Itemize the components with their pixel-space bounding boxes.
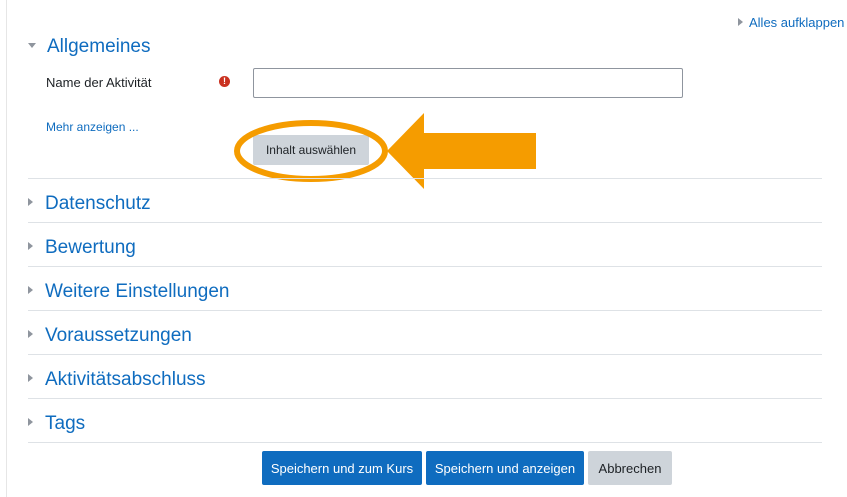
caret-right-icon	[28, 198, 33, 206]
save-and-display-button[interactable]: Speichern und anzeigen	[426, 451, 584, 485]
caret-right-icon	[28, 330, 33, 338]
activity-name-label: Name der Aktivität	[46, 75, 152, 90]
section-title-grading: Bewertung	[45, 237, 136, 258]
section-header-completion[interactable]: Aktivitätsabschluss	[28, 369, 206, 391]
section-title-completion: Aktivitätsabschluss	[45, 369, 206, 390]
form-page: Alles aufklappen Allgemeines Name der Ak…	[0, 0, 847, 497]
select-content-button[interactable]: Inhalt auswählen	[253, 135, 369, 165]
activity-name-input[interactable]	[253, 68, 683, 98]
save-and-return-button[interactable]: Speichern und zum Kurs	[262, 451, 422, 485]
section-divider	[28, 266, 822, 267]
exclamation-circle-icon: !	[219, 76, 230, 87]
show-more-link[interactable]: Mehr anzeigen ...	[46, 120, 139, 134]
section-divider	[28, 178, 822, 179]
section-divider	[28, 222, 822, 223]
caret-right-icon	[28, 418, 33, 426]
section-divider	[28, 398, 822, 399]
caret-right-icon	[28, 374, 33, 382]
caret-down-icon	[28, 43, 36, 48]
section-header-restrictions[interactable]: Voraussetzungen	[28, 325, 192, 347]
section-divider	[28, 442, 822, 443]
expand-all-label: Alles aufklappen	[749, 15, 845, 30]
section-header-general[interactable]: Allgemeines	[28, 36, 151, 58]
caret-right-icon	[28, 286, 33, 294]
section-title-general: Allgemeines	[47, 36, 151, 57]
section-divider	[28, 310, 822, 311]
section-title-restrictions: Voraussetzungen	[45, 325, 192, 346]
expand-all-link[interactable]: Alles aufklappen	[738, 15, 844, 30]
caret-right-icon	[28, 242, 33, 250]
section-header-more-settings[interactable]: Weitere Einstellungen	[28, 281, 229, 303]
caret-right-icon	[738, 18, 743, 26]
cancel-button[interactable]: Abbrechen	[588, 451, 672, 485]
page-left-border	[0, 0, 7, 497]
section-title-tags: Tags	[45, 413, 86, 434]
section-title-more-settings: Weitere Einstellungen	[45, 281, 230, 302]
section-divider	[28, 354, 822, 355]
section-header-privacy[interactable]: Datenschutz	[28, 193, 151, 215]
section-header-grading[interactable]: Bewertung	[28, 237, 136, 259]
section-header-tags[interactable]: Tags	[28, 413, 85, 435]
section-title-privacy: Datenschutz	[45, 193, 151, 214]
